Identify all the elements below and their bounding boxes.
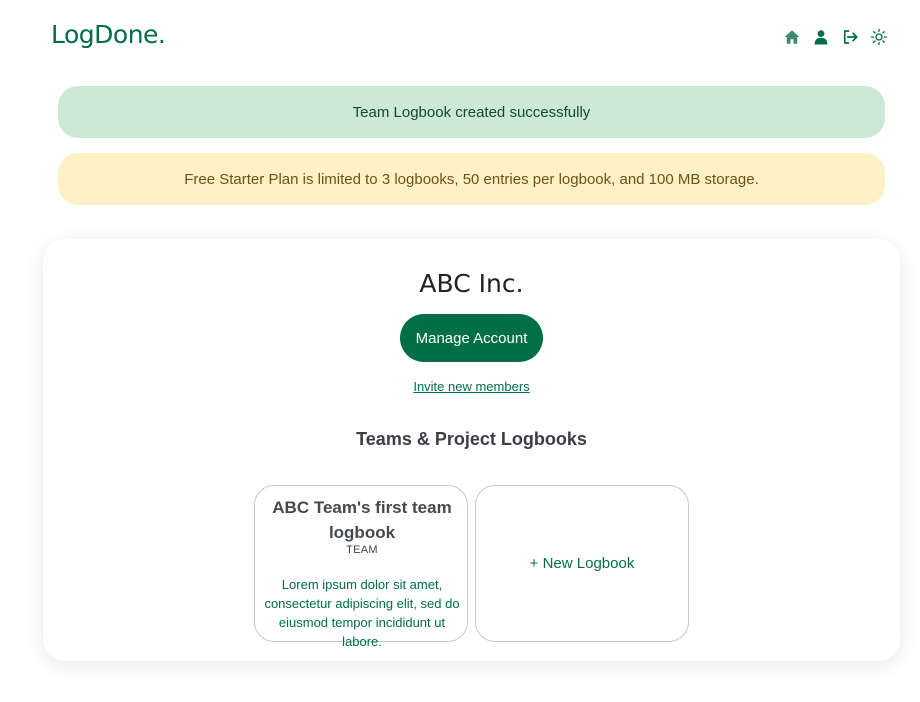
user-icon[interactable] [812, 28, 830, 46]
home-icon[interactable] [783, 28, 801, 46]
app-header: LogDone. [0, 0, 920, 76]
header-nav [783, 28, 888, 46]
organization-name: ABC Inc. [419, 269, 524, 298]
new-logbook-label: + New Logbook [529, 555, 635, 572]
plan-limit-alert: Free Starter Plan is limited to 3 logboo… [58, 153, 885, 205]
logout-icon[interactable] [841, 28, 859, 46]
logbook-type-badge: TEAM [346, 544, 378, 556]
new-logbook-card[interactable]: + New Logbook [475, 485, 689, 642]
theme-toggle-icon[interactable] [870, 28, 888, 46]
success-alert: Team Logbook created successfully [58, 86, 885, 138]
logbooks-section-title: Teams & Project Logbooks [356, 429, 587, 449]
account-card: ABC Inc. Manage Account Invite new membe… [43, 239, 900, 661]
manage-account-button[interactable]: Manage Account [400, 314, 543, 362]
plan-limit-alert-text: Free Starter Plan is limited to 3 logboo… [184, 170, 759, 188]
logbook-card[interactable]: ABC Team's first team logbook TEAM Lorem… [254, 485, 468, 649]
logbook-description: Lorem ipsum dolor sit amet, consectetur … [264, 577, 460, 649]
invite-members-link[interactable]: Invite new members [43, 379, 900, 394]
logo[interactable]: LogDone. [51, 20, 166, 49]
success-alert-text: Team Logbook created successfully [352, 103, 591, 121]
logbook-title: ABC Team's first team logbook [272, 498, 452, 542]
